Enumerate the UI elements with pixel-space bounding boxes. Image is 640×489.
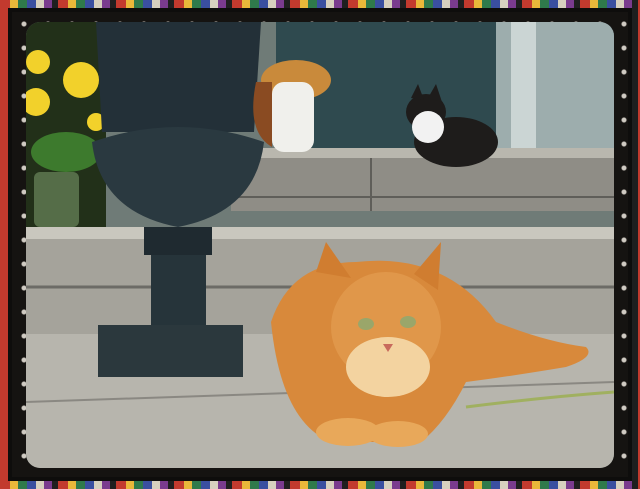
urn-base — [98, 325, 243, 377]
orange-cat-eye — [358, 318, 374, 330]
flower — [26, 50, 50, 74]
urn-stem — [151, 255, 206, 325]
urn-bowl — [96, 22, 261, 132]
photo — [26, 22, 614, 468]
tuxedo-cat-chest — [412, 111, 444, 143]
vase — [34, 172, 79, 227]
figurine-body — [272, 82, 314, 152]
photo-scene — [26, 22, 614, 468]
orange-cat-eye — [400, 316, 416, 328]
lower-step-edge — [26, 227, 614, 239]
leaves — [31, 132, 101, 172]
urn-collar — [144, 227, 212, 255]
orange-cat-paw — [368, 421, 428, 447]
flower — [63, 62, 99, 98]
